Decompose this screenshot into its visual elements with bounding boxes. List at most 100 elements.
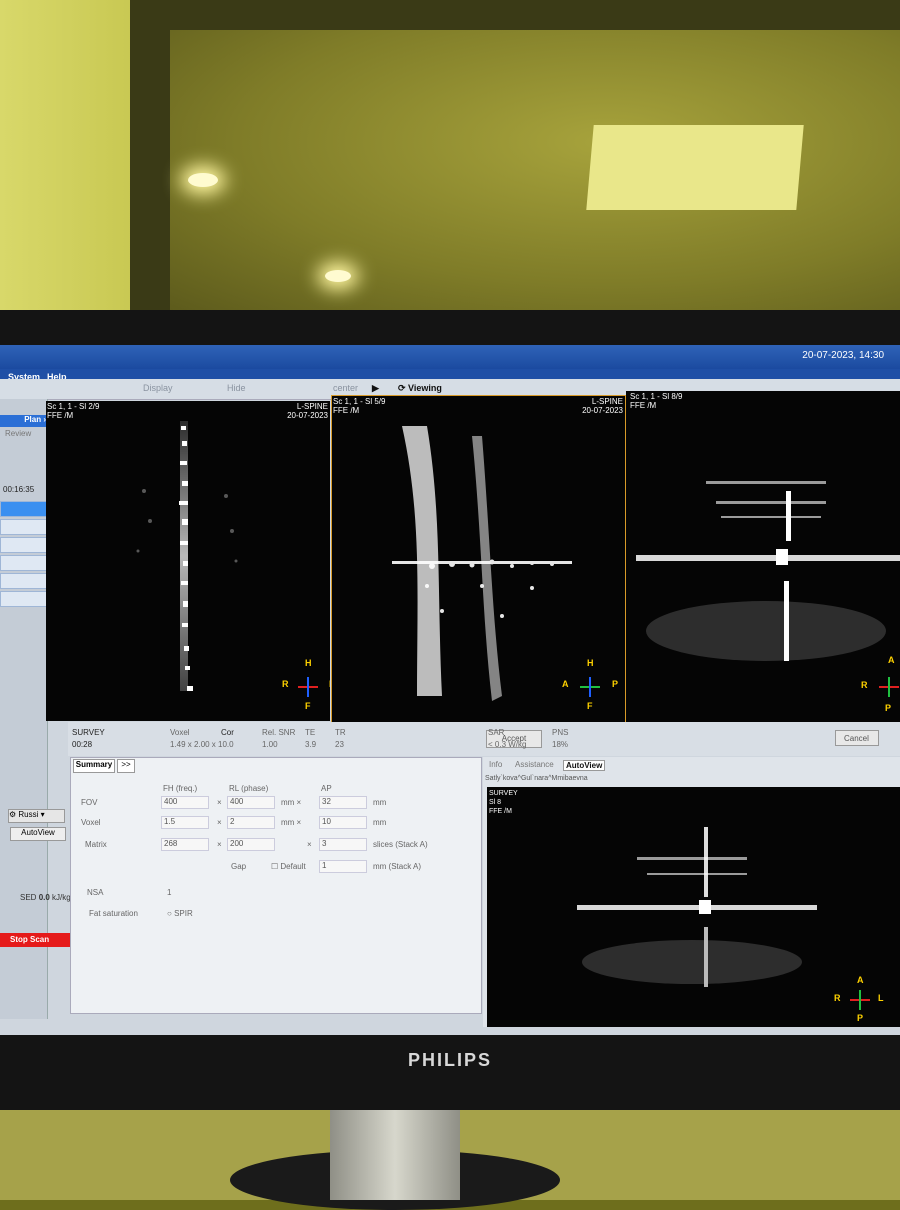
sed-unit: kJ/kg <box>52 893 71 902</box>
cancel-button[interactable]: Cancel <box>835 730 879 746</box>
display-button[interactable]: Display <box>143 383 173 393</box>
tab-info[interactable]: Info <box>489 760 502 769</box>
viewing-label: Viewing <box>408 383 442 393</box>
autoview-panel: Info Assistance AutoView Satly`kova^Gul`… <box>483 757 900 1027</box>
patient-name: Satly`kova^Gul`nara^Mmibaevna <box>485 775 588 782</box>
orientation-label: Cor <box>221 728 234 737</box>
language-value: Russi <box>18 810 39 819</box>
times-sign: × <box>217 798 222 807</box>
autoview-viewport[interactable]: SURVEY Sl 8 FFE /M A P R L <box>487 787 900 1027</box>
nsa-value: 1 <box>167 888 172 897</box>
scan-parameters-panel: Summary >> FH (freq.) RL (phase) AP FOV … <box>70 757 482 1014</box>
orientation-cross-icon <box>298 677 318 697</box>
times-sign: × <box>217 818 222 827</box>
orientation-top: A <box>888 655 895 665</box>
left-panel: Plan › Review 00:16:35 <box>0 399 48 1019</box>
voxel-ap-field[interactable]: 10 <box>319 816 367 829</box>
gap-label: Gap <box>231 862 247 871</box>
orientation-right: L <box>878 993 884 1003</box>
mm-times-sign: mm × <box>281 798 302 807</box>
orientation-right: P <box>612 679 619 689</box>
next-tab-button[interactable]: >> <box>117 759 135 773</box>
times-sign: × <box>307 840 312 849</box>
voxel-fh-field[interactable]: 1.5 <box>161 816 209 829</box>
orientation-bottom: F <box>305 701 311 711</box>
sed-readout: SED 0.0 kJ/kg <box>20 893 71 902</box>
mri-image-sagittal <box>392 426 572 701</box>
voxel-rl-field[interactable]: 2 <box>227 816 275 829</box>
room-background <box>0 0 900 330</box>
fov-fh-field[interactable]: 400 <box>161 796 209 809</box>
monitor-brand-logo: PHILIPS <box>407 1050 492 1070</box>
orientation-cross-icon <box>580 677 600 697</box>
play-icon[interactable]: ▶ <box>372 383 379 394</box>
tr-label: TR <box>335 728 346 737</box>
hide-button[interactable]: Hide <box>227 383 246 393</box>
orientation-bottom: P <box>857 1013 864 1023</box>
review-tab[interactable]: Review <box>5 429 31 438</box>
gap-field[interactable]: 1 <box>319 860 367 873</box>
room-wall <box>0 0 135 320</box>
queue-item[interactable] <box>0 591 48 607</box>
orientation-cross-icon <box>879 677 899 697</box>
orientation-right: L <box>329 679 330 689</box>
queue-item[interactable] <box>0 519 48 535</box>
fov-rl-field[interactable]: 400 <box>227 796 275 809</box>
te-value: 3.9 <box>305 740 317 749</box>
slices-field[interactable]: 3 <box>319 838 367 851</box>
sar-value: < 0.3 W/kg <box>488 740 527 749</box>
tab-assistance[interactable]: Assistance <box>515 760 554 769</box>
stop-scan-button[interactable]: Stop Scan <box>0 933 76 947</box>
scan-duration: 00:28 <box>72 740 93 749</box>
viewing-dropdown[interactable]: ⟳ Viewing <box>398 383 442 394</box>
orientation-cross-icon <box>850 990 870 1010</box>
mri-image-autoview <box>577 827 817 987</box>
matrix-fh-field[interactable]: 268 <box>161 838 209 851</box>
fh-header: FH (freq.) <box>163 784 198 793</box>
mri-image-coronal <box>136 421 238 691</box>
viewport-sagittal[interactable]: Sc 1, 1 - Sl 5/9 FFE /M L-SPINE 20-07-2023… <box>331 395 626 723</box>
rel-snr-label: Rel. SNR <box>262 728 296 737</box>
plan-button[interactable]: Plan › <box>0 415 46 427</box>
voxel-label: Voxel <box>81 818 101 827</box>
fov-label: FOV <box>81 798 98 807</box>
monitor-stand <box>330 1095 460 1200</box>
ceiling-light <box>188 173 218 187</box>
sed-label: SED <box>20 893 37 902</box>
pns-value: 18% <box>552 740 569 749</box>
ap-header: AP <box>321 784 332 793</box>
viewport-coronal[interactable]: Sc 1, 1 - Sl 2/9 FFE /M L-SPINE 20-07-2023… <box>46 401 330 721</box>
gap-default-label: Default <box>280 862 306 871</box>
pns-label: PNS <box>552 728 569 737</box>
orientation-bottom: F <box>587 701 593 711</box>
mri-image-axial <box>636 481 900 661</box>
voxel-unit: mm <box>373 818 387 827</box>
queue-item[interactable] <box>0 555 48 571</box>
language-select[interactable]: ⚙ Russi ▾ <box>8 809 65 823</box>
tab-autoview[interactable]: AutoView <box>563 760 606 771</box>
datetime: 20-07-2023, 14:30 <box>802 350 884 361</box>
fov-unit: mm <box>373 798 387 807</box>
nsa-label: NSA <box>87 888 104 897</box>
rel-snr-value: 1.00 <box>262 740 278 749</box>
autoview-button[interactable]: AutoView <box>10 827 66 841</box>
fat-saturation-option[interactable]: ○ SPIR <box>167 909 193 918</box>
matrix-rl-field[interactable]: 200 <box>227 838 275 851</box>
orientation-left: R <box>861 680 868 690</box>
orientation-top: H <box>587 658 594 668</box>
orientation-left: A <box>562 679 569 689</box>
queue-item[interactable] <box>0 537 48 553</box>
ceiling-light <box>325 270 351 282</box>
te-label: TE <box>305 728 316 737</box>
fov-ap-field[interactable]: 32 <box>319 796 367 809</box>
queue-item[interactable] <box>0 501 48 517</box>
tab-summary[interactable]: Summary <box>73 759 115 773</box>
rl-header: RL (phase) <box>229 784 269 793</box>
sar-label: SAR <box>488 728 505 737</box>
center-button[interactable]: center <box>333 383 358 393</box>
plan-label: Plan <box>24 415 42 424</box>
matrix-label: Matrix <box>85 840 107 849</box>
viewport-axial[interactable]: Sc 1, 1 - Sl 8/9 FFE /M A P R <box>626 391 900 723</box>
queue-item[interactable] <box>0 573 48 589</box>
gap-default-checkbox[interactable]: ☐ Default <box>271 862 306 871</box>
